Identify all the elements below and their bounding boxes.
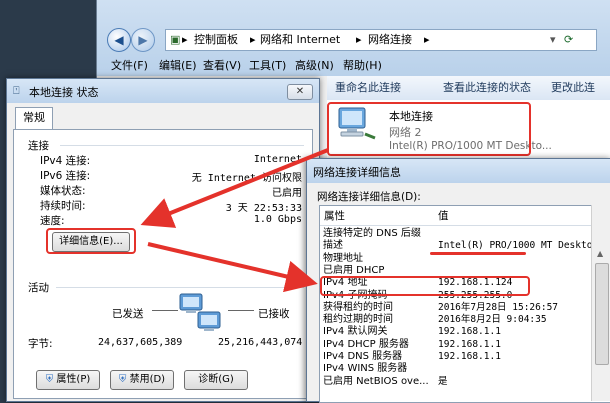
annotation-arrows xyxy=(140,148,329,293)
arrow-to-ipv4-address xyxy=(147,242,318,293)
arrow-to-details-button xyxy=(140,148,329,228)
